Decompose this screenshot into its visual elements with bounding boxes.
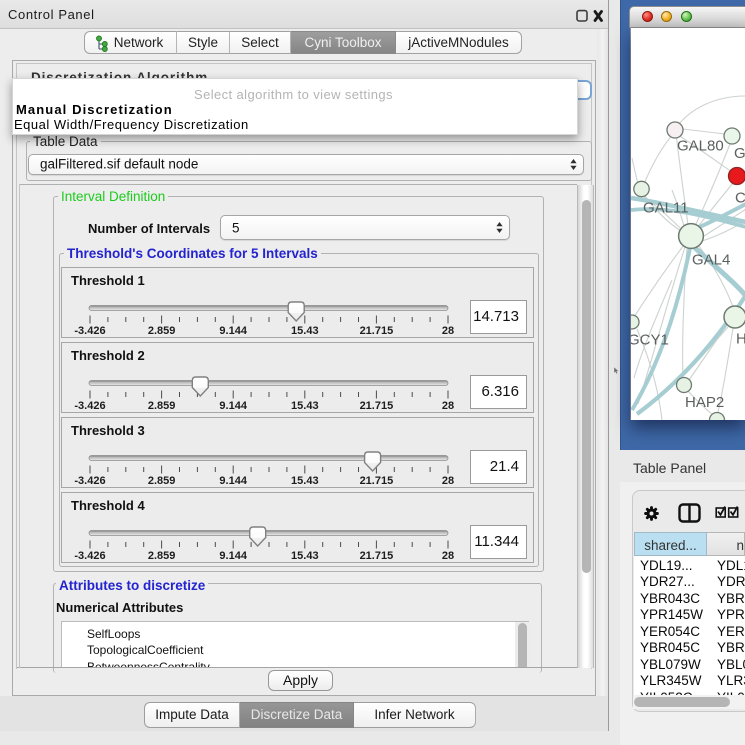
svg-text:HAP2: HAP2 bbox=[685, 394, 724, 411]
svg-text:2.859: 2.859 bbox=[148, 400, 176, 411]
svg-text:GCY1: GCY1 bbox=[631, 332, 669, 349]
svg-text:21.715: 21.715 bbox=[360, 325, 394, 336]
svg-text:28: 28 bbox=[442, 550, 454, 561]
svg-text:C: C bbox=[735, 190, 745, 207]
svg-text:9.144: 9.144 bbox=[219, 325, 247, 336]
svg-text:21.715: 21.715 bbox=[360, 475, 394, 486]
svg-text:Threshold 4: Threshold 4 bbox=[71, 498, 145, 513]
svg-text:-3.426: -3.426 bbox=[74, 550, 105, 561]
svg-text:GAL4: GAL4 bbox=[692, 252, 730, 269]
svg-text:15.43: 15.43 bbox=[291, 550, 319, 561]
svg-text:21.715: 21.715 bbox=[360, 550, 394, 561]
svg-text:28: 28 bbox=[442, 325, 454, 336]
svg-text:28: 28 bbox=[442, 475, 454, 486]
svg-text:H: H bbox=[736, 331, 745, 348]
svg-text:Threshold 1: Threshold 1 bbox=[71, 273, 145, 288]
svg-text:GA: GA bbox=[734, 145, 745, 162]
svg-text:-3.426: -3.426 bbox=[74, 400, 105, 411]
svg-text:15.43: 15.43 bbox=[291, 400, 319, 411]
svg-text:GAL11: GAL11 bbox=[643, 200, 689, 217]
svg-text:GAL80: GAL80 bbox=[677, 138, 724, 155]
svg-text:21.715: 21.715 bbox=[360, 400, 394, 411]
svg-text:9.144: 9.144 bbox=[219, 475, 247, 486]
svg-text:9.144: 9.144 bbox=[219, 400, 247, 411]
svg-text:Threshold 3: Threshold 3 bbox=[71, 423, 145, 438]
svg-text:15.43: 15.43 bbox=[291, 325, 319, 336]
svg-text:-3.426: -3.426 bbox=[74, 475, 105, 486]
svg-text:-3.426: -3.426 bbox=[74, 325, 105, 336]
svg-text:2.859: 2.859 bbox=[148, 475, 176, 486]
svg-text:2.859: 2.859 bbox=[148, 550, 176, 561]
svg-text:2.859: 2.859 bbox=[148, 325, 176, 336]
svg-text:9.144: 9.144 bbox=[219, 550, 247, 561]
svg-text:Threshold 2: Threshold 2 bbox=[71, 348, 145, 363]
svg-text:15.43: 15.43 bbox=[291, 475, 319, 486]
svg-text:28: 28 bbox=[442, 400, 454, 411]
